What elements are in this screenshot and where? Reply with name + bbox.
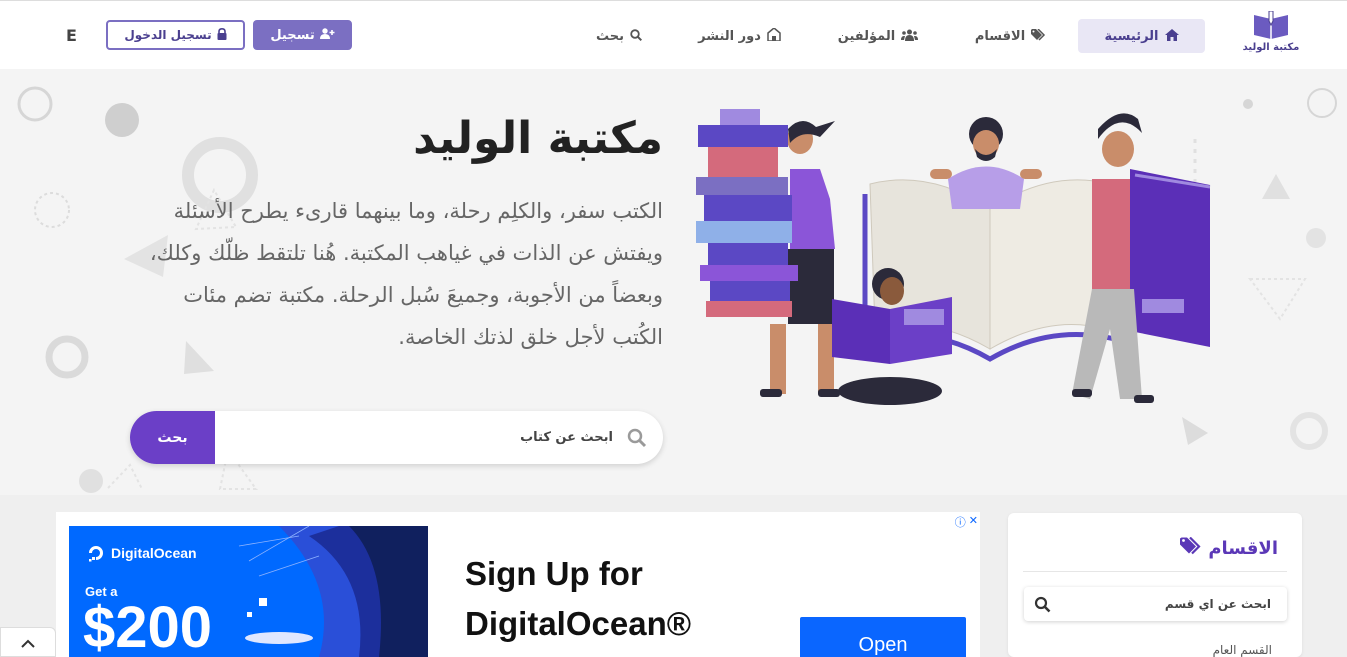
chevron-up-icon <box>21 633 35 652</box>
ad-headline: Sign Up for DigitalOcean® <box>465 555 692 642</box>
ad-ocean-graphic-icon <box>238 526 428 657</box>
tags-icon <box>1180 536 1202 560</box>
search-icon[interactable] <box>1034 596 1051 617</box>
nav-item-home[interactable]: الرئيسية <box>1078 19 1205 53</box>
nav-item-authors[interactable]: المؤلفين <box>833 19 923 53</box>
book-pen-logo-icon <box>1254 11 1288 39</box>
nav-label-authors: المؤلفين <box>837 28 896 44</box>
login-label: تسجيل الدخول <box>124 28 212 42</box>
sidebar-item-general[interactable]: القسم العام <box>1213 643 1272 657</box>
nav-item-search[interactable]: بحث <box>593 19 645 53</box>
nav-item-publishers[interactable]: دور النشر <box>694 19 785 53</box>
hero-search-bar: بحث <box>130 411 663 464</box>
scroll-to-top-button[interactable] <box>0 627 56 657</box>
ad-image[interactable]: DigitalOcean Get a $200 <box>69 526 428 657</box>
advertisement-banner[interactable]: ⓘ ✕ DigitalOcean Get a $200 Sign Up for D… <box>56 512 980 657</box>
ad-brand-label: DigitalOcean <box>111 545 197 561</box>
digitalocean-logo-icon <box>89 546 103 562</box>
sidebar-title-label: الاقسام <box>1208 538 1278 559</box>
hero-search-button[interactable]: بحث <box>130 411 215 464</box>
nav-label-home: الرئيسية <box>1104 28 1159 44</box>
hero-search-input[interactable] <box>215 411 663 464</box>
nav-label-search: بحث <box>596 28 625 44</box>
users-icon <box>901 29 919 44</box>
hero-section: مكتبة الوليد الكتب سفر، والكلِم رحلة، وم… <box>0 69 1347 495</box>
ad-offer-amount: $200 <box>83 595 213 657</box>
categories-sidebar: الاقسام القسم العام <box>1008 513 1302 657</box>
hero-title: مكتبة الوليد <box>413 113 663 164</box>
nav-label-categories: الاقسام <box>974 28 1026 44</box>
language-switch[interactable]: E <box>66 26 77 45</box>
login-button[interactable]: تسجيل الدخول <box>106 20 245 50</box>
nav-item-categories[interactable]: الاقسام <box>970 19 1052 53</box>
signup-label: تسجيل <box>270 27 315 43</box>
sidebar-title: الاقسام <box>1180 536 1278 560</box>
logo-text: مكتبة الوليد <box>1242 42 1300 53</box>
readers-illustration-icon <box>696 109 1211 405</box>
navbar: مكتبة الوليد الرئيسية الاقسام المؤلفين د… <box>0 0 1347 69</box>
user-plus-icon <box>319 27 335 43</box>
nav-label-publishers: دور النشر <box>698 28 761 44</box>
lock-icon <box>217 27 227 43</box>
building-icon <box>767 27 781 44</box>
tags-icon <box>1031 27 1047 44</box>
signup-button[interactable]: تسجيل <box>253 20 352 50</box>
site-logo[interactable]: مكتبة الوليد <box>1236 11 1306 59</box>
search-icon <box>627 428 647 452</box>
ad-open-button[interactable]: Open <box>800 617 966 657</box>
search-icon <box>630 28 643 44</box>
home-icon <box>1164 28 1179 44</box>
sidebar-divider <box>1023 571 1287 572</box>
hero-description: الكتب سفر، والكلِم رحلة، وما بينهما قارى… <box>149 199 663 349</box>
sidebar-search-input[interactable] <box>1024 587 1287 621</box>
sidebar-search-bar <box>1024 587 1287 621</box>
ad-choices-icon[interactable]: ⓘ ✕ <box>955 514 978 530</box>
content-section: ⓘ ✕ DigitalOcean Get a $200 Sign Up for D… <box>0 495 1347 657</box>
ad-brand: DigitalOcean <box>87 544 197 562</box>
